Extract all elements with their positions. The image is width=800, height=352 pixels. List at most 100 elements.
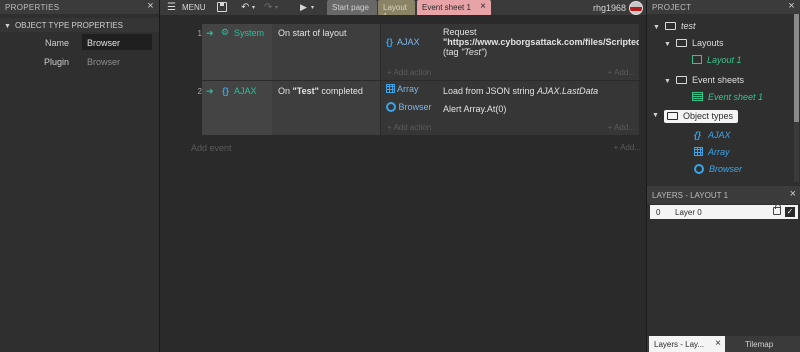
close-icon[interactable]: × (790, 188, 796, 200)
property-label: Name (44, 38, 69, 48)
event-sheet: 1 ➜ ⚙ System On start of layout {} AJAX … (160, 15, 646, 352)
tab-event-sheet-1[interactable]: Event sheet 1 × (417, 0, 491, 15)
property-label: Plugin (43, 57, 69, 67)
condition[interactable]: On "Test" completed (272, 81, 380, 135)
action-url: "https://www.cyborgsattack.com/files/Scr… (443, 37, 639, 47)
add-more-link[interactable]: + Add... (608, 68, 635, 77)
add-action-link[interactable]: + Add action (387, 68, 431, 77)
tab-layout-1[interactable]: Layout 1 (378, 0, 415, 21)
grid-icon (694, 147, 703, 156)
actions-area: Array Load from JSON string AJAX.LastDat… (381, 81, 639, 135)
event-condition-object[interactable]: ➜ ⚙ System (202, 24, 272, 80)
close-icon[interactable]: × (788, 0, 795, 12)
folder-icon (664, 22, 676, 30)
username: rhg1968 (592, 3, 626, 13)
tree-root[interactable]: ▼ test (653, 21, 695, 31)
lock-icon[interactable] (773, 204, 781, 215)
collapse-arrow-icon[interactable]: ▼ (4, 23, 11, 30)
globe-icon (386, 102, 396, 112)
expand-icon[interactable]: ▼ (652, 112, 659, 119)
arrow-right-icon: ➜ (206, 28, 214, 38)
action-object: {} AJAX (386, 37, 420, 47)
action-object: Array (386, 84, 419, 94)
action-row[interactable]: {} AJAX Request "https://www.cyborgsatta… (381, 24, 639, 64)
tree-object-ajax[interactable]: {} AJAX (694, 130, 731, 140)
add-event-more-link[interactable]: + Add... (614, 143, 641, 152)
tree-object-array[interactable]: Array (694, 147, 730, 157)
properties-header: PROPERTIES × (0, 0, 159, 14)
tree-item-layout[interactable]: Layout 1 (692, 55, 742, 65)
tab-layers[interactable]: Layers - Lay... × (649, 336, 725, 352)
layer-row[interactable]: 0 Layer 0 ✓ (650, 204, 798, 219)
expand-icon[interactable]: ▼ (653, 24, 660, 31)
tree-folder-event-sheets[interactable]: ▼ Event sheets (664, 75, 744, 85)
project-tree: ▼ test ▼ Layouts Layout 1 ▼ Event sheets Ev… (647, 14, 793, 184)
expand-icon[interactable]: ▼ (664, 78, 671, 85)
tab-start-page[interactable]: Start page (327, 0, 377, 15)
close-icon[interactable]: × (147, 0, 154, 12)
project-scrollbar[interactable] (794, 14, 799, 182)
event-block-2[interactable]: 2 ➜ {} AJAX On "Test" completed Array Lo… (160, 81, 646, 135)
tree-folder-layouts[interactable]: ▼ Layouts (664, 38, 723, 48)
globe-icon (694, 164, 704, 174)
condition-object-name: AJAX (234, 86, 257, 96)
tab-label: Start page (332, 3, 369, 12)
properties-title: PROPERTIES (5, 3, 60, 12)
condition[interactable]: On start of layout (272, 24, 380, 80)
section-title: OBJECT TYPE PROPERTIES (14, 21, 123, 30)
property-row-plugin: Plugin Browser (0, 53, 159, 70)
user-account[interactable]: rhg1968 (586, 0, 646, 15)
action-object-name: Array (397, 84, 419, 94)
action-text-line3: (tag "Test") (443, 47, 488, 57)
json-icon: {} (694, 130, 702, 140)
tree-object-browser[interactable]: Browser (694, 164, 742, 174)
add-event-link[interactable]: Add event (191, 143, 232, 153)
action-object-name: AJAX (397, 37, 420, 47)
action-row[interactable]: Array Load from JSON string AJAX.LastDat… (381, 81, 639, 99)
avatar[interactable] (629, 1, 643, 15)
expand-icon[interactable]: ▼ (664, 41, 671, 48)
layer-index: 0 (656, 208, 661, 217)
tree-item-event-sheet[interactable]: Event sheet 1 (692, 92, 763, 102)
event-number: 2 (197, 87, 202, 96)
condition-text: On "Test" completed (278, 86, 363, 96)
add-action-link[interactable]: + Add action (387, 123, 431, 132)
event-condition-object[interactable]: ➜ {} AJAX (202, 81, 272, 135)
event-sheet-icon (692, 92, 703, 101)
menu-label: MENU (182, 3, 206, 12)
action-text-line1: Request (443, 27, 477, 37)
tree-folder-object-types[interactable]: ▼ Object types (652, 110, 739, 123)
gear-icon: ⚙ (221, 27, 230, 37)
action-object: Browser (386, 102, 432, 112)
tab-tilemap[interactable]: Tilemap (727, 336, 799, 352)
grid-icon (386, 84, 395, 93)
visibility-checkbox[interactable]: ✓ (785, 207, 795, 217)
folder-icon (667, 112, 678, 120)
tab-label: Tilemap (745, 340, 774, 349)
scrollbar-thumb[interactable] (794, 14, 799, 122)
object-type-properties-section[interactable]: ▼ OBJECT TYPE PROPERTIES (0, 18, 159, 32)
add-more-link[interactable]: + Add... (608, 123, 635, 132)
action-object-name: Browser (398, 102, 432, 112)
close-icon[interactable]: × (715, 338, 721, 349)
close-icon[interactable]: × (480, 1, 486, 12)
actions-area: {} AJAX Request "https://www.cyborgsatta… (381, 24, 639, 80)
name-field[interactable]: Browser (82, 34, 152, 50)
folder-icon (675, 39, 687, 47)
tab-label: Layers - Lay... (654, 340, 705, 349)
project-panel: PROJECT × ▼ test ▼ Layouts Layout 1 ▼ Event… (646, 0, 800, 352)
event-block-1[interactable]: 1 ➜ ⚙ System On start of layout {} AJAX … (160, 24, 646, 80)
layer-name: Layer 0 (675, 208, 702, 217)
json-icon: {} (386, 37, 394, 47)
arrow-right-icon: ➜ (206, 86, 214, 96)
event-number: 1 (197, 29, 202, 38)
project-header: PROJECT × (647, 0, 800, 14)
properties-panel: PROPERTIES × ▼ OBJECT TYPE PROPERTIES Nam… (0, 0, 160, 352)
tab-label: Event sheet 1 (422, 3, 471, 12)
property-row-name: Name Browser (0, 34, 159, 51)
folder-icon (675, 76, 687, 84)
action-text: Load from JSON string AJAX.LastData (443, 86, 599, 96)
action-row[interactable]: Browser Alert Array.At(0) (381, 99, 639, 117)
layers-title: LAYERS - LAYOUT 1 (652, 191, 729, 200)
layers-header: LAYERS - LAYOUT 1 × (647, 186, 800, 204)
